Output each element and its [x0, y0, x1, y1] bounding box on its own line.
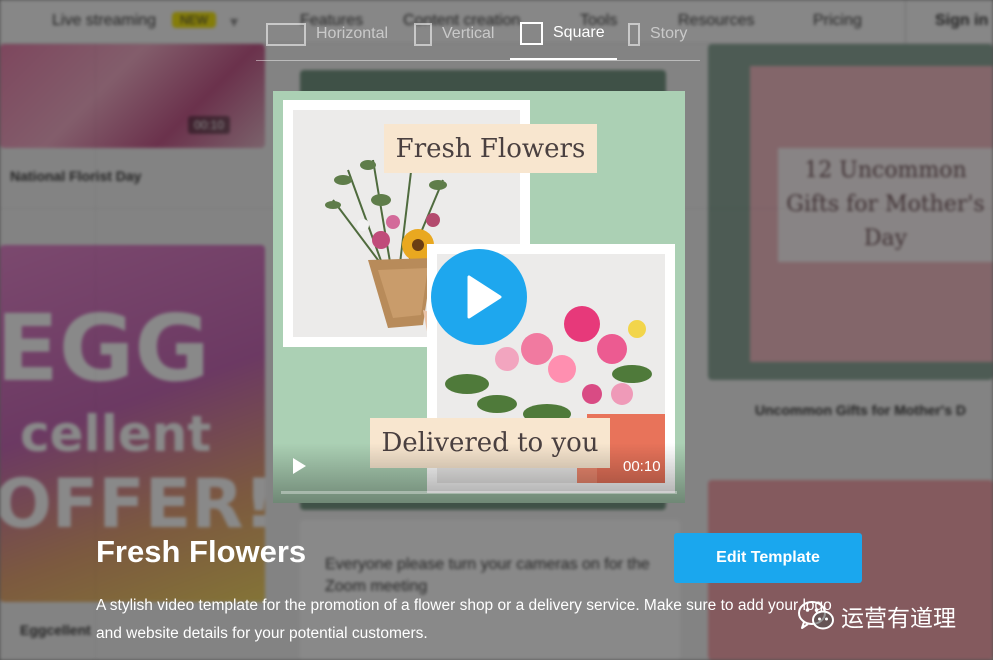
- template-title: Fresh Flowers: [96, 534, 307, 569]
- watermark-text: 运营有道理: [841, 606, 956, 632]
- format-story-label: Story: [650, 25, 688, 42]
- caption-tag-top: Fresh Flowers: [384, 124, 597, 173]
- format-horizontal-label: Horizontal: [316, 25, 389, 42]
- play-icon-small: [293, 458, 306, 474]
- watermark: 运营有道理: [797, 598, 956, 634]
- format-vertical-tab[interactable]: Vertical: [414, 8, 494, 60]
- vertical-format-icon: [414, 22, 432, 46]
- story-format-icon: [628, 22, 640, 46]
- format-vertical-label: Vertical: [442, 25, 495, 42]
- format-selector: Horizontal Vertical Square Story: [256, 8, 700, 61]
- format-square-tab[interactable]: Square: [510, 8, 617, 60]
- format-story-tab[interactable]: Story: [628, 8, 687, 60]
- small-play-button[interactable]: [289, 456, 309, 476]
- template-description: A stylish video template for the promoti…: [96, 597, 832, 642]
- square-format-icon: [520, 21, 543, 45]
- edit-template-button[interactable]: Edit Template: [674, 533, 862, 583]
- play-button[interactable]: [431, 249, 527, 345]
- video-timecode: 00:10: [623, 458, 661, 475]
- horizontal-format-icon: [266, 22, 306, 46]
- format-horizontal-tab[interactable]: Horizontal: [266, 8, 388, 60]
- video-preview[interactable]: Fresh Flowers Delivered to you: [273, 91, 685, 503]
- format-square-label: Square: [553, 24, 605, 41]
- play-icon: [467, 275, 502, 319]
- wechat-icon: [798, 601, 834, 630]
- video-progress-bar[interactable]: [281, 491, 677, 494]
